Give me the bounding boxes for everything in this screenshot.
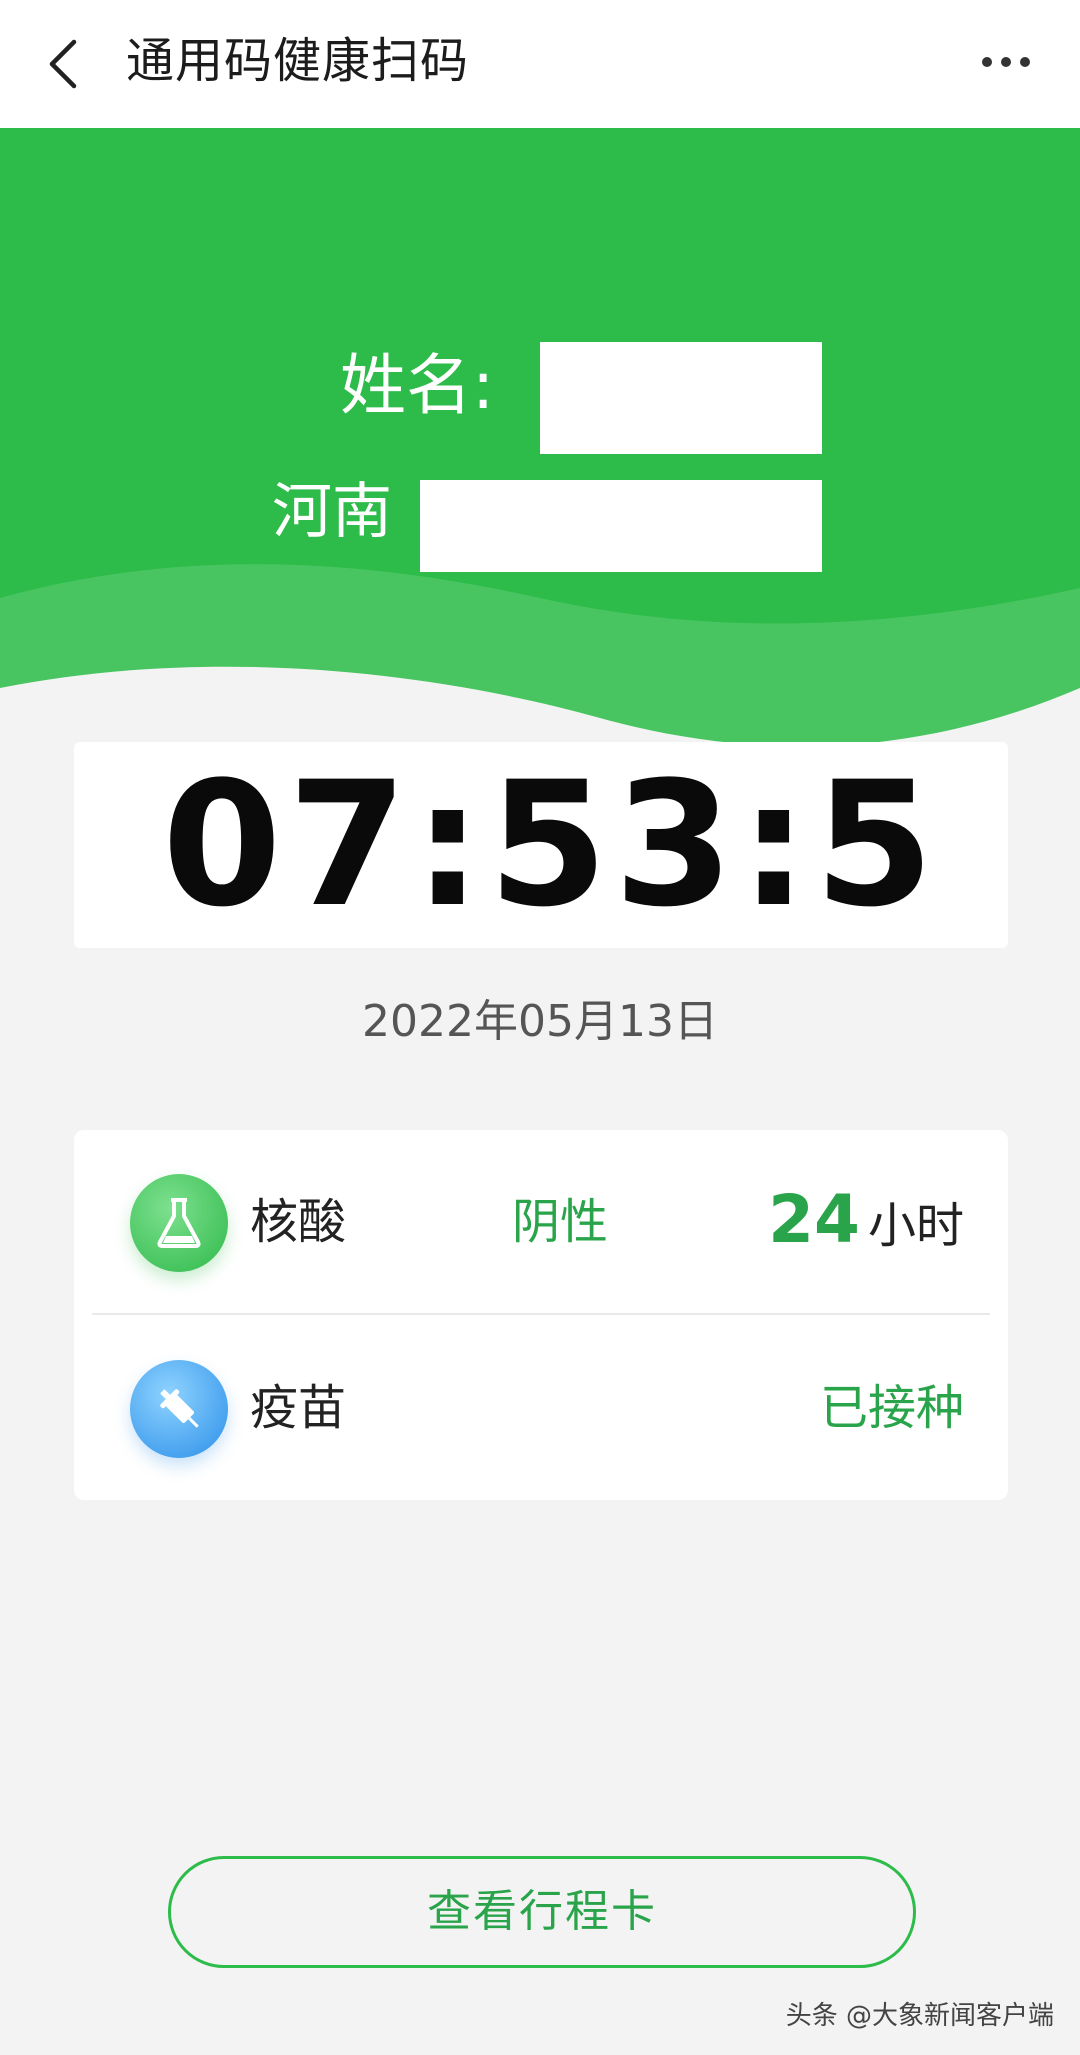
page-title: 通用码健康扫码: [126, 33, 470, 89]
name-label: 姓名:: [340, 347, 495, 424]
region-redaction: [420, 480, 822, 572]
flask-icon: [130, 1174, 228, 1272]
vaccine-label: 疫苗: [250, 1380, 347, 1436]
date-text: 2022年05月13日: [362, 996, 718, 1047]
record-card: 核酸 阴性 24 小时 疫苗 已接种: [74, 1130, 1008, 1500]
nucleic-acid-row[interactable]: 核酸 阴性 24 小时: [74, 1130, 1008, 1314]
syringe-icon: [130, 1360, 228, 1458]
clock-card: 07:53:5: [74, 742, 1008, 948]
nucleic-acid-status: 阴性: [512, 1194, 609, 1250]
name-redaction: [540, 342, 822, 454]
more-dots-icon[interactable]: [982, 52, 1040, 72]
region-label: 河南: [272, 477, 392, 547]
nucleic-acid-label: 核酸: [250, 1194, 347, 1250]
navigation-bar: 通用码健康扫码: [0, 0, 1080, 128]
vaccine-row[interactable]: 疫苗 已接种: [74, 1316, 1008, 1500]
back-chevron-icon[interactable]: [40, 34, 90, 94]
test-hours-unit: 小时: [867, 1198, 964, 1254]
view-trip-card-button[interactable]: 查看行程卡: [168, 1856, 916, 1968]
test-hours: 24 小时: [768, 1180, 964, 1277]
test-hours-value: 24: [768, 1181, 860, 1258]
source-watermark: 头条 @大象新闻客户端: [785, 2001, 1054, 2031]
clock-time: 07:53:5: [162, 744, 940, 945]
row-divider: [92, 1313, 990, 1315]
vaccine-status: 已接种: [819, 1380, 964, 1436]
